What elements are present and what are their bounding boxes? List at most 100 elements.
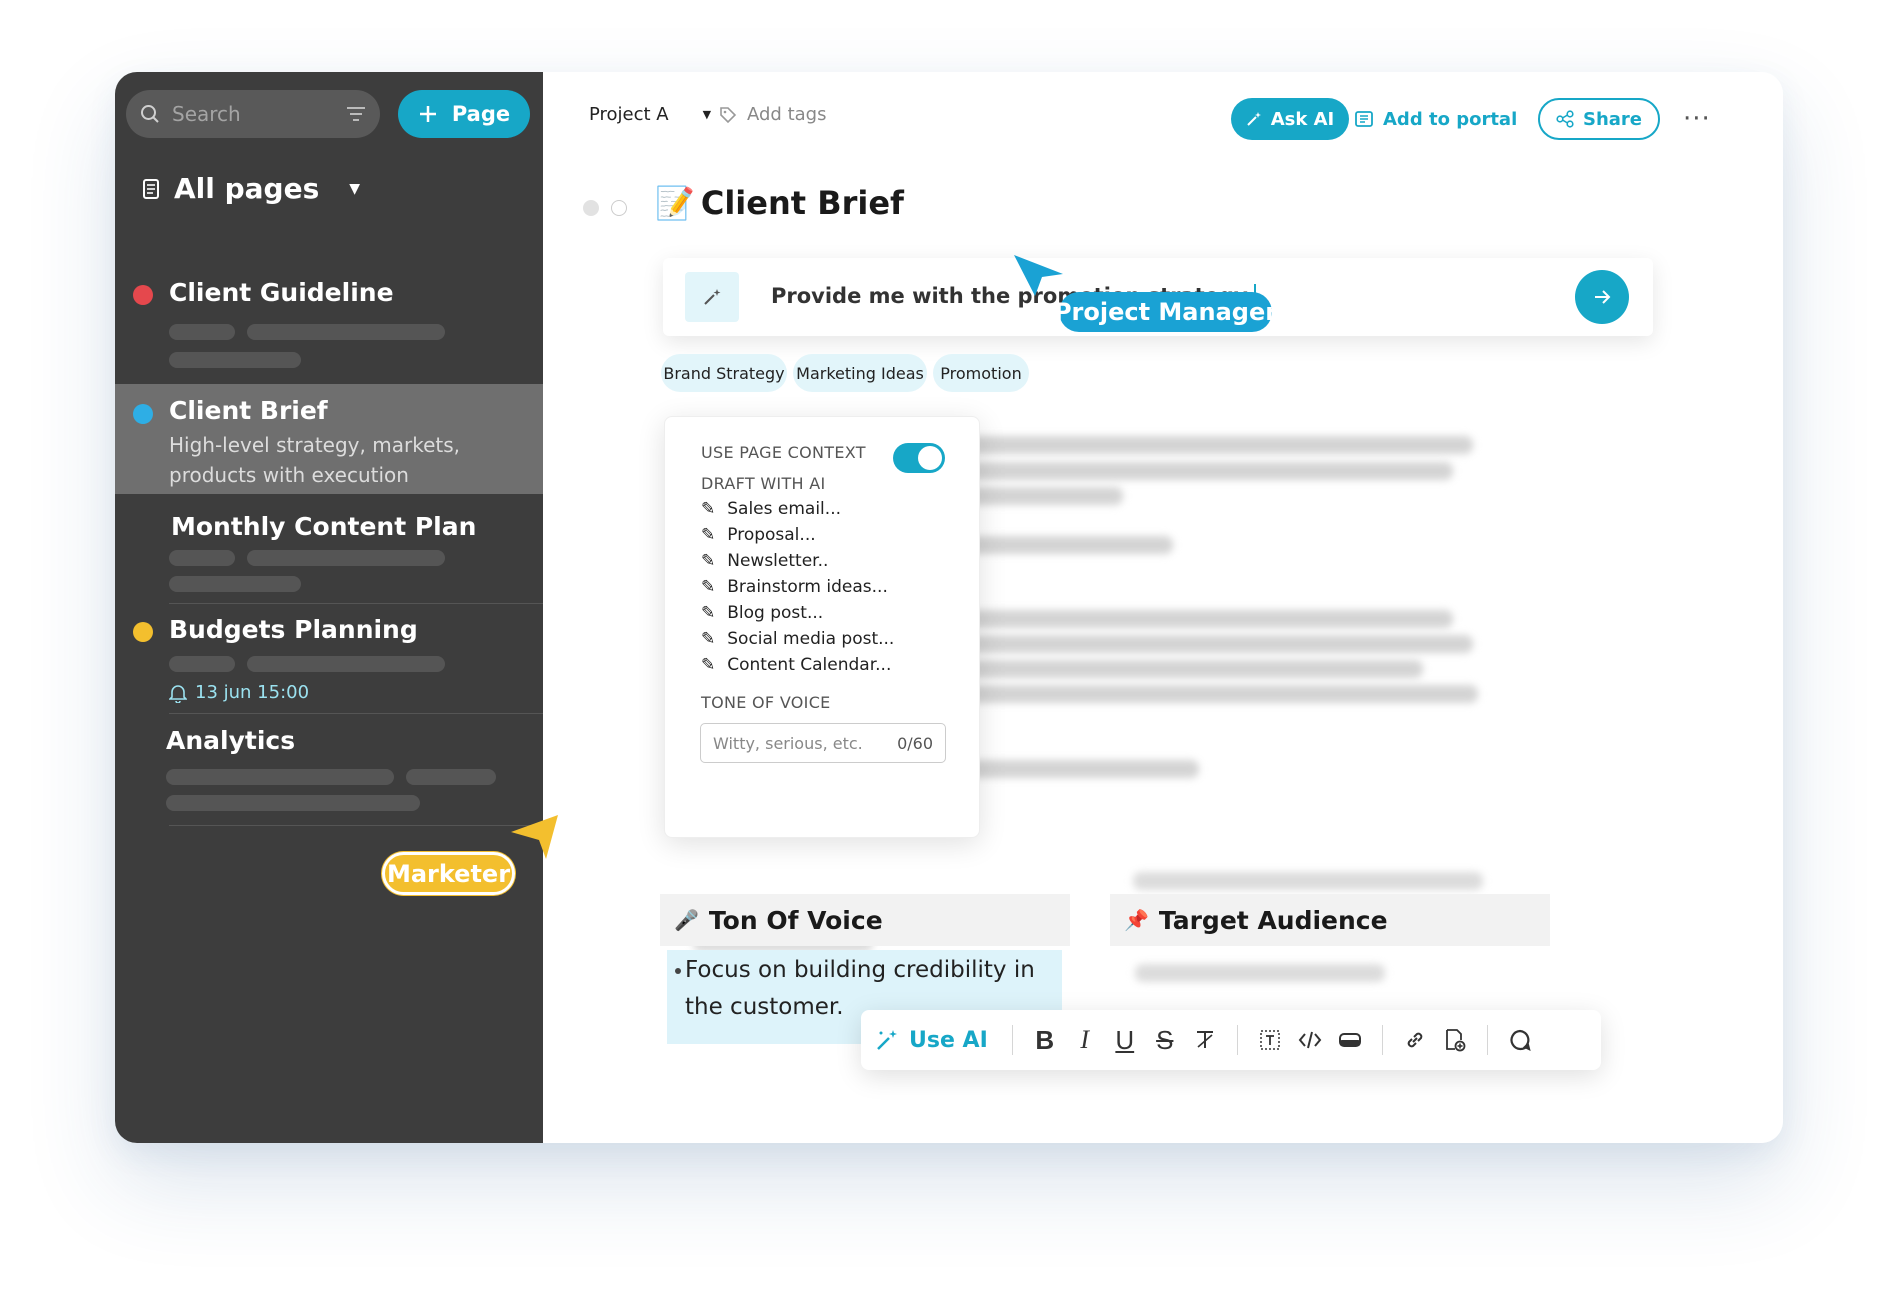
status-dot xyxy=(133,404,153,424)
highlight-icon[interactable] xyxy=(1330,1020,1370,1060)
option-social-media-post[interactable]: ✎ Social media post... xyxy=(701,629,894,649)
placeholder-bar xyxy=(169,352,301,368)
text-box-icon[interactable] xyxy=(1250,1020,1290,1060)
placeholder-bar xyxy=(247,324,445,340)
search-placeholder: Search xyxy=(172,102,241,126)
pencil-icon: ✎ xyxy=(701,577,716,597)
chip-marketing-ideas[interactable]: Marketing Ideas xyxy=(793,354,927,392)
more-options-icon[interactable]: ··· xyxy=(1683,104,1711,134)
add-tags-button[interactable]: Add tags xyxy=(719,104,826,125)
marketer-cursor-icon xyxy=(511,815,558,859)
all-pages-dropdown[interactable]: All pages ▼ xyxy=(142,172,360,205)
magic-wand-icon xyxy=(685,272,739,322)
option-label: Blog post... xyxy=(727,603,824,623)
tone-placeholder: Witty, serious, etc. xyxy=(713,733,863,753)
option-label: Brainstorm ideas... xyxy=(727,577,888,597)
toolbar-divider xyxy=(1011,1025,1013,1055)
option-brainstorm-ideas[interactable]: ✎ Brainstorm ideas... xyxy=(701,577,888,597)
emoji-picker-icon[interactable] xyxy=(611,200,627,216)
status-dot xyxy=(133,285,153,305)
marketer-label: Marketer xyxy=(386,859,511,888)
placeholder-bar xyxy=(406,769,496,785)
sidebar-item-monthly-content-plan[interactable]: Monthly Content Plan xyxy=(115,494,543,604)
add-page-link-icon[interactable] xyxy=(1435,1020,1475,1060)
chip-promotion[interactable]: Promotion xyxy=(933,354,1029,392)
filter-icon[interactable] xyxy=(346,106,366,122)
project-manager-label: Project Manager xyxy=(1053,298,1278,326)
ask-ai-button[interactable]: Ask AI xyxy=(1231,98,1349,140)
use-page-context-label: USE PAGE CONTEXT xyxy=(701,443,866,462)
option-proposal[interactable]: ✎ Proposal... xyxy=(701,525,816,545)
sidebar-item-budgets-planning[interactable]: Budgets Planning 13 jun 15:00 xyxy=(115,604,543,714)
blurred-line xyxy=(933,685,1478,703)
search-input[interactable]: Search xyxy=(126,90,380,138)
italic-button[interactable]: I xyxy=(1065,1020,1105,1060)
share-button[interactable]: Share xyxy=(1538,98,1660,140)
section-title: Ton Of Voice xyxy=(708,905,883,935)
sidebar-item-description: High-level strategy, markets, products w… xyxy=(169,433,460,487)
sidebar-item-title: Analytics xyxy=(166,726,296,755)
all-pages-label: All pages xyxy=(174,172,320,205)
bold-button[interactable]: B xyxy=(1025,1020,1065,1060)
status-dot[interactable] xyxy=(583,200,599,216)
sidebar-item-analytics[interactable]: Analytics xyxy=(115,714,543,826)
section-target-audience: 📌 Target Audience xyxy=(1110,894,1550,946)
placeholder-bar xyxy=(169,324,235,340)
pencil-icon: ✎ xyxy=(701,525,716,545)
option-blog-post[interactable]: ✎ Blog post... xyxy=(701,603,823,623)
option-label: Social media post... xyxy=(727,629,895,649)
tone-of-voice-input[interactable]: Witty, serious, etc. 0/60 xyxy=(700,723,946,763)
pencil-icon: ✎ xyxy=(701,603,716,623)
share-label: Share xyxy=(1582,108,1642,130)
placeholder-bar xyxy=(169,576,301,592)
project-name: Project A xyxy=(589,104,669,125)
add-tags-label: Add tags xyxy=(747,104,827,125)
project-manager-tag: Project Manager xyxy=(1054,292,1277,332)
chip-label: Marketing Ideas xyxy=(796,363,924,383)
reminder: 13 jun 15:00 xyxy=(169,682,309,703)
use-ai-button[interactable]: Use AI xyxy=(875,1028,988,1053)
status-dot xyxy=(133,622,153,642)
link-icon[interactable] xyxy=(1395,1020,1435,1060)
toolbar-divider xyxy=(1381,1025,1383,1055)
sidebar-item-client-brief[interactable]: Client Brief High-level strategy, market… xyxy=(115,384,543,494)
sidebar-item-title: Monthly Content Plan xyxy=(171,512,477,541)
strikethrough-button[interactable]: S xyxy=(1145,1020,1185,1060)
clear-format-icon[interactable] xyxy=(1185,1020,1225,1060)
draft-with-ai-label: DRAFT WITH AI xyxy=(701,474,826,493)
pencil-icon: ✎ xyxy=(701,551,716,571)
placeholder-bar xyxy=(169,656,235,672)
portal-icon xyxy=(1355,111,1373,127)
chip-brand-strategy[interactable]: Brand Strategy xyxy=(661,354,787,392)
comment-icon[interactable] xyxy=(1500,1020,1540,1060)
caret-down-icon: ▼ xyxy=(349,180,361,197)
page-context-toggle[interactable] xyxy=(893,443,945,473)
option-newsletter[interactable]: ✎ Newsletter.. xyxy=(701,551,828,571)
bullet xyxy=(675,968,681,974)
pencil-icon: ✎ xyxy=(701,629,716,649)
new-page-label: Page xyxy=(451,102,511,126)
magic-wand-icon xyxy=(1247,112,1261,126)
option-content-calendar[interactable]: ✎ Content Calendar... xyxy=(701,655,891,675)
arrow-right-icon xyxy=(1595,290,1611,304)
new-page-button[interactable]: Page xyxy=(398,90,530,138)
blurred-line xyxy=(933,635,1473,653)
underline-button[interactable]: U xyxy=(1105,1020,1145,1060)
sidebar-item-title: Client Guideline xyxy=(169,278,394,307)
microphone-icon: 🎤 xyxy=(674,908,699,932)
toolbar-divider xyxy=(1486,1025,1488,1055)
pencil-icon: ✎ xyxy=(701,499,716,519)
sidebar-item-title: Client Brief xyxy=(169,396,328,425)
option-sales-email[interactable]: ✎ Sales email... xyxy=(701,499,841,519)
project-selector[interactable]: Project A ▼ xyxy=(589,104,711,125)
main-content: Project A ▼ Add tags Ask AI Add to porta… xyxy=(543,72,1783,1143)
sidebar-item-client-guideline[interactable]: Client Guideline xyxy=(115,272,543,384)
send-button[interactable] xyxy=(1575,270,1629,324)
blurred-line xyxy=(1133,872,1483,890)
code-icon[interactable] xyxy=(1290,1020,1330,1060)
toolbar-divider xyxy=(1236,1025,1238,1055)
add-to-portal-button[interactable]: Add to portal xyxy=(1355,98,1517,140)
tag-icon xyxy=(720,106,737,123)
search-icon xyxy=(141,105,159,123)
placeholder-bar xyxy=(247,550,445,566)
